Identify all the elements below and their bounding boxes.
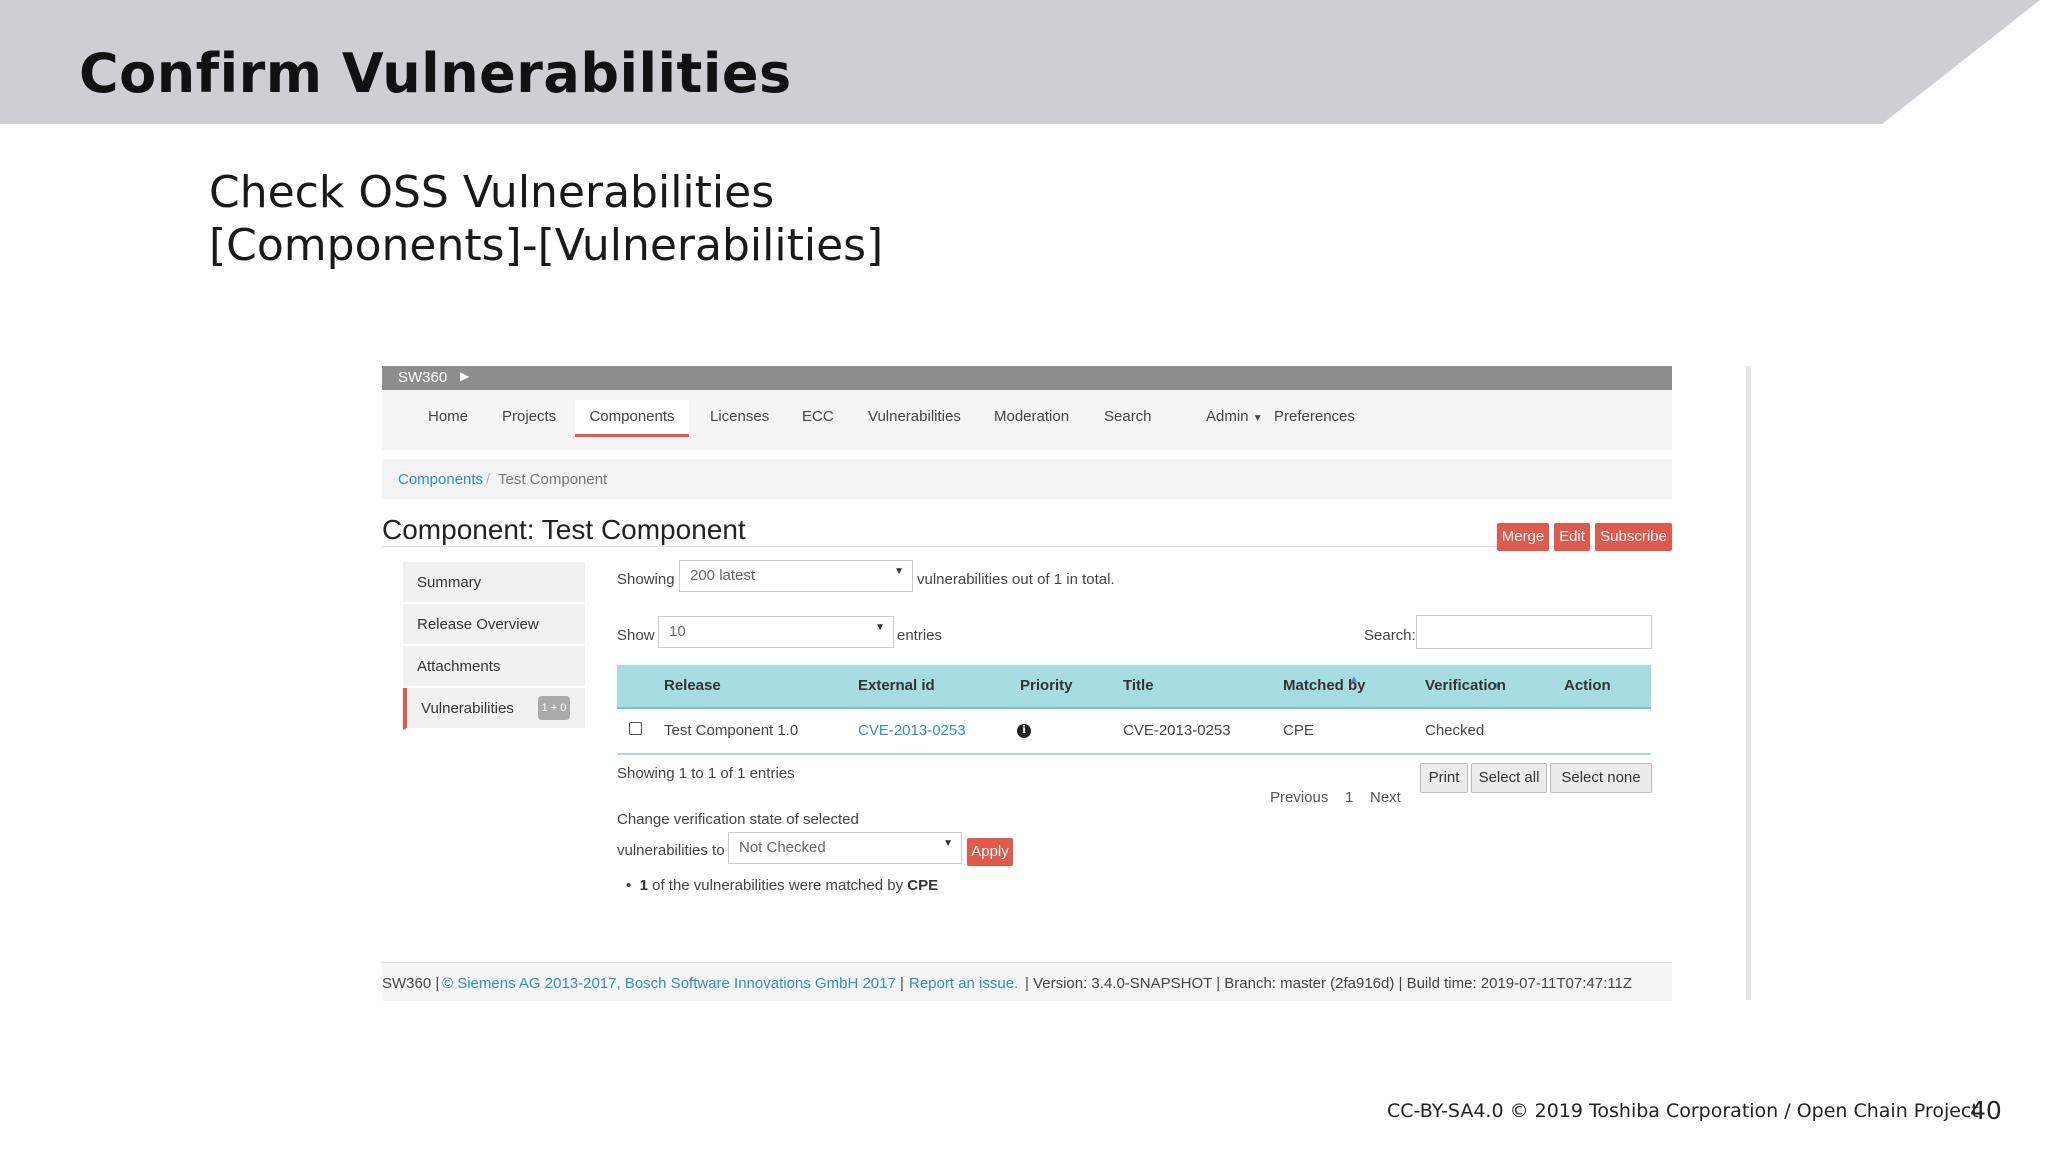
search-label: Search: [1364,627,1416,644]
page-number: 40 [1970,1096,2002,1125]
show-entries-label: Show [617,627,655,644]
apply-button[interactable]: Apply [967,838,1013,866]
column-matched-by[interactable]: Matched by [1283,677,1366,694]
main-navbar: Home Projects Components Licenses ECC Vu… [382,390,1672,450]
entries-select[interactable]: 10 ▼ [658,616,894,648]
merge-button[interactable]: Merge [1497,523,1549,551]
matched-text: of the vulnerabilities were matched by [647,877,908,894]
column-release[interactable]: Release [664,677,721,694]
breadcrumb-separator: / [486,471,491,488]
cell-release: Test Component 1.0 [664,722,799,739]
column-priority[interactable]: Priority [1020,677,1073,694]
nav-components[interactable]: Components [575,400,689,437]
showing-select[interactable]: 200 latest ▼ [679,560,913,592]
sidebar-item-summary[interactable]: Summary [403,562,585,604]
sw360-screenshot: SW360 ▶ Home Projects Components License… [382,366,1672,1001]
subscribe-button[interactable]: Subscribe [1595,523,1672,551]
nav-licenses[interactable]: Licenses [710,408,769,434]
vulnerability-table-header: Release External id Priority ▲ Title ▼ M… [617,665,1651,709]
slide-credit: CC-BY-SA4.0 © 2019 Toshiba Corporation /… [1387,1100,1979,1122]
entries-suffix: entries [897,627,943,644]
dropdown-arrow-icon: ▼ [894,566,904,577]
nav-ecc[interactable]: ECC [802,408,834,434]
breadcrumb-current: Test Component [498,471,608,488]
sidebar-item-vulnerabilities[interactable]: Vulnerabilities 1 + 0 [403,688,585,730]
pagination-previous[interactable]: Previous [1270,789,1328,806]
column-action[interactable]: Action [1564,677,1611,694]
cell-external-id-link[interactable]: CVE-2013-0253 [858,722,966,739]
cell-matched-by: CPE [1283,722,1314,739]
subtitle-line-2: [Components]-[Vulnerabilities] [209,220,884,271]
matched-count: 1 [639,877,648,894]
matched-by: CPE [907,877,939,894]
vulnerability-count-badge: 1 + 0 [538,696,570,720]
cell-verification: Checked [1425,722,1485,739]
column-verification[interactable]: Verification [1425,677,1506,694]
column-external-id[interactable]: External id [858,677,935,694]
bullet-dot: • [626,877,640,894]
footer-brand: SW360 | [382,975,440,992]
showing-label: Showing [617,571,675,588]
table-search-input[interactable] [1416,615,1652,649]
nav-projects[interactable]: Projects [502,408,556,434]
entries-select-value: 10 [669,623,686,640]
showing-select-value: 200 latest [690,567,756,584]
print-button[interactable]: Print [1420,763,1468,793]
app-topbar: SW360 ▶ [382,366,1672,390]
slide-title: Confirm Vulnerabilities [79,42,792,105]
column-title[interactable]: Title [1123,677,1154,694]
table-info: Showing 1 to 1 of 1 entries [617,765,795,782]
row-select-checkbox[interactable] [629,722,642,735]
dropdown-arrow-icon: ▼ [943,838,953,849]
sidebar-item-label: Summary [417,574,482,591]
matched-note: • 1 of the vulnerabilities were matched … [626,877,938,894]
info-icon[interactable]: i [1017,724,1031,738]
table-row: Test Component 1.0 CVE-2013-0253 i CVE-2… [617,709,1651,755]
nav-preferences[interactable]: Preferences [1274,408,1355,434]
caret-down-icon: ▼ [1252,413,1263,424]
report-issue-link[interactable]: Report an issue. [909,975,1018,992]
select-none-button[interactable]: Select none [1550,763,1652,793]
change-state-label: Change verification state of selected [617,811,859,828]
subtitle-line-1: Check OSS Vulnerabilities [209,167,775,218]
app-footer: SW360 | © Siemens AG 2013-2017, Bosch So… [382,963,1672,1001]
nav-admin[interactable]: Admin ▼ [1206,408,1263,434]
caret-right-icon: ▶ [460,369,470,383]
nav-vulnerabilities[interactable]: Vulnerabilities [868,408,961,434]
footer-copyright-link[interactable]: © Siemens AG 2013-2017, Bosch Software I… [442,975,896,992]
sidebar-item-release-overview[interactable]: Release Overview [403,604,585,646]
select-all-button[interactable]: Select all [1471,763,1547,793]
app-brand[interactable]: SW360 [398,369,447,386]
sidebar-item-label: Vulnerabilities [421,700,514,717]
pagination-page-1[interactable]: 1 [1345,789,1353,806]
slide-subtitle: Check OSS Vulnerabilities [Components]-[… [209,166,883,272]
showing-suffix: vulnerabilities out of 1 in total. [917,571,1115,588]
verification-state-select[interactable]: Not Checked ▼ [728,832,962,864]
breadcrumb-components[interactable]: Components [398,471,483,488]
title-divider [382,546,1672,547]
sidebar-item-label: Release Overview [417,616,539,633]
cell-title: CVE-2013-0253 [1123,722,1231,739]
verification-state-value: Not Checked [739,839,826,856]
breadcrumb: Components / Test Component [382,459,1672,499]
nav-home[interactable]: Home [428,408,468,434]
footer-build-info: | Version: 3.4.0-SNAPSHOT | Branch: mast… [1025,975,1632,992]
nav-search[interactable]: Search [1104,408,1152,434]
pagination-next[interactable]: Next [1370,789,1401,806]
sidebar-item-label: Attachments [417,658,501,675]
vertical-scrollbar[interactable] [1746,366,1751,1000]
page-title: Component: Test Component [382,514,746,545]
nav-admin-label: Admin [1206,408,1249,425]
footer-separator: | [900,975,904,992]
dropdown-arrow-icon: ▼ [875,622,885,633]
edit-button[interactable]: Edit [1554,523,1590,551]
change-state-label-2: vulnerabilities to [617,842,725,859]
nav-moderation[interactable]: Moderation [994,408,1069,434]
sidebar-item-attachments[interactable]: Attachments [403,646,585,688]
